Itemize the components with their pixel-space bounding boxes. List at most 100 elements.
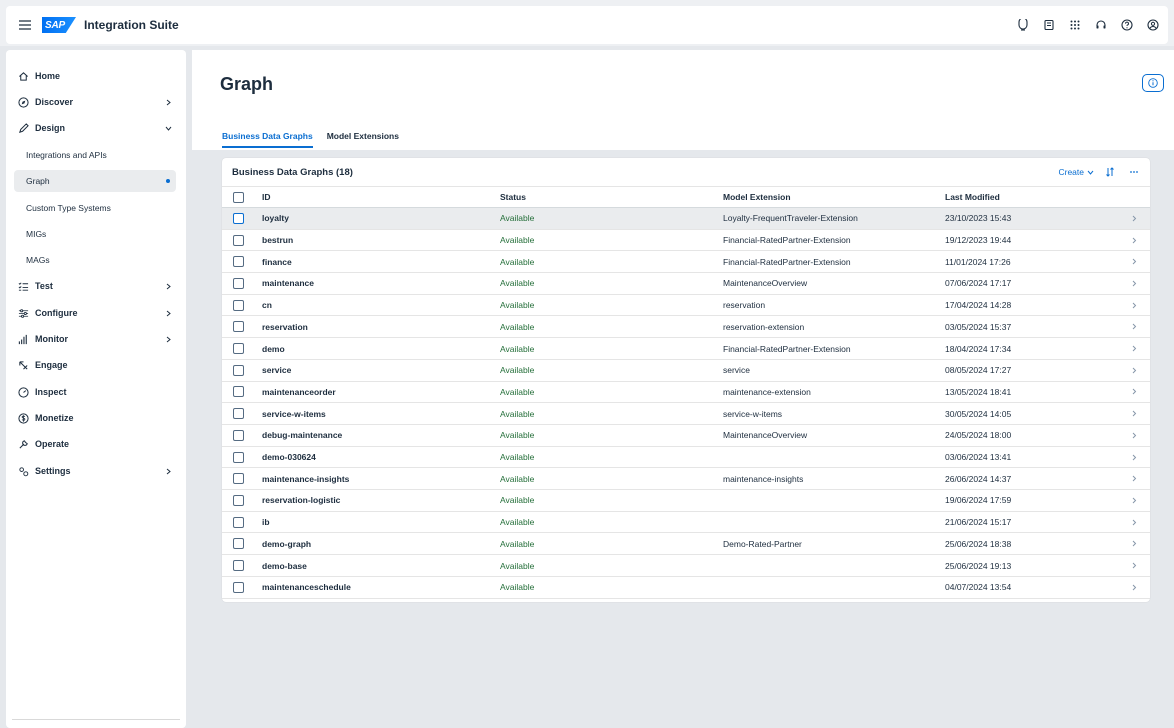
row-checkbox[interactable] — [233, 408, 244, 420]
sidebar-item-engage[interactable]: Engage — [6, 354, 186, 376]
table-row[interactable]: demo-base Available 25/06/2024 19:13 — [222, 555, 1150, 577]
row-checkbox[interactable] — [233, 321, 244, 333]
row-checkbox[interactable] — [233, 560, 244, 572]
tab-model-extensions[interactable]: Model Extensions — [327, 122, 399, 150]
row-checkbox[interactable] — [233, 516, 244, 528]
sliders-icon — [16, 306, 30, 320]
chevron-right-icon[interactable] — [1130, 517, 1138, 527]
table-row[interactable]: maintenance Available MaintenanceOverview 0… — [222, 273, 1150, 295]
cell-status: Available — [500, 343, 535, 354]
overflow-menu-icon[interactable] — [1126, 164, 1142, 180]
row-checkbox[interactable] — [233, 277, 244, 289]
table-row[interactable]: service-w-items Available service-w-items 3… — [222, 403, 1150, 425]
row-checkbox[interactable] — [233, 581, 244, 593]
row-checkbox[interactable] — [233, 343, 244, 355]
sidebar-item-configure[interactable]: Configure — [6, 302, 186, 324]
headset-icon[interactable] — [1090, 14, 1112, 36]
sidebar-item-test[interactable]: Test — [6, 275, 186, 297]
cell-model-extension: service-w-items — [723, 408, 783, 419]
chevron-right-icon[interactable] — [1130, 213, 1138, 223]
sidebar-item-monitor[interactable]: Monitor — [6, 328, 186, 350]
sort-icon[interactable] — [1102, 164, 1118, 180]
row-checkbox[interactable] — [233, 234, 244, 246]
sidebar-item-inspect[interactable]: Inspect — [6, 381, 186, 403]
row-checkbox[interactable] — [233, 494, 244, 506]
row-checkbox[interactable] — [233, 451, 244, 463]
row-checkbox[interactable] — [233, 364, 244, 376]
table-row[interactable]: demo-graph Available Demo-Rated-Partner 25/… — [222, 534, 1150, 556]
chevron-right-icon[interactable] — [1130, 495, 1138, 505]
sidebar-subitem-custom-type-systems[interactable]: Custom Type Systems — [14, 197, 176, 219]
sidebar-subitem-mags[interactable]: MAGs — [14, 249, 176, 271]
sidebar-item-discover[interactable]: Discover — [6, 91, 186, 113]
chevron-right-icon[interactable] — [1130, 278, 1138, 288]
sidebar-item-operate[interactable]: Operate — [6, 433, 186, 455]
chevron-right-icon[interactable] — [1130, 474, 1138, 484]
table-row[interactable]: reservation Available reservation-extensio… — [222, 317, 1150, 339]
table-row[interactable]: bestrun Available Financial-RatedPartner-E… — [222, 230, 1150, 252]
user-icon[interactable] — [1142, 14, 1164, 36]
sidebar-subitem-migs[interactable]: MIGs — [14, 223, 176, 245]
chevron-right-icon[interactable] — [1130, 365, 1138, 375]
notifications-icon[interactable] — [1038, 14, 1060, 36]
shell-actions — [1012, 14, 1164, 36]
row-checkbox[interactable] — [233, 538, 244, 550]
sap-logo[interactable]: SAP — [42, 17, 76, 33]
chevron-right-icon[interactable] — [1130, 409, 1138, 419]
row-checkbox[interactable] — [233, 256, 244, 268]
chevron-right-icon[interactable] — [1130, 430, 1138, 440]
sidebar-item-settings[interactable]: Settings — [6, 460, 186, 482]
table-row[interactable]: reservation-logistic Available 19/06/2024 … — [222, 490, 1150, 512]
table-row[interactable]: maintenance-insights Available maintenance… — [222, 468, 1150, 491]
select-all-checkbox[interactable] — [233, 191, 244, 203]
row-checkbox[interactable] — [233, 212, 244, 224]
chevron-right-icon[interactable] — [1130, 257, 1138, 267]
business-data-graphs-table: Business Data Graphs (18) Create ID Stat… — [222, 158, 1150, 602]
chevron-right-icon[interactable] — [1130, 452, 1138, 462]
column-header-last-modified[interactable]: Last Modified — [945, 192, 1000, 202]
row-checkbox[interactable] — [233, 299, 244, 311]
table-row[interactable]: service Available service 08/05/2024 17:27 — [222, 360, 1150, 382]
column-header-model-extension[interactable]: Model Extension — [723, 192, 791, 202]
chevron-right-icon[interactable] — [1130, 344, 1138, 354]
info-button[interactable] — [1142, 74, 1164, 92]
chevron-right-icon[interactable] — [1130, 387, 1138, 397]
sidebar-subitem-integrations-apis[interactable]: Integrations and APIs — [14, 144, 176, 166]
table-row[interactable]: demo-030624 Available 03/06/2024 13:41 — [222, 447, 1150, 469]
engage-icon — [16, 358, 30, 372]
chevron-right-icon[interactable] — [1130, 235, 1138, 245]
side-navigation: Home Discover Design Integrations and AP… — [6, 50, 186, 728]
sidebar-item-home[interactable]: Home — [6, 65, 186, 87]
table-row[interactable]: demo Available Financial-RatedPartner-Exte… — [222, 338, 1150, 360]
sidebar-subitem-graph[interactable]: Graph — [14, 170, 176, 192]
chevron-right-icon[interactable] — [1130, 300, 1138, 310]
cell-id: ib — [262, 517, 270, 528]
row-checkbox[interactable] — [233, 429, 244, 441]
table-row[interactable]: loyalty Available Loyalty-FrequentTraveler… — [222, 208, 1150, 230]
table-row[interactable]: maintenanceschedule Available 04/07/2024 1… — [222, 577, 1150, 599]
tab-business-data-graphs[interactable]: Business Data Graphs — [222, 122, 313, 150]
column-header-id[interactable]: ID — [262, 192, 271, 202]
table-row[interactable]: cn Available reservation 17/04/2024 14:28 — [222, 295, 1150, 317]
cell-last-modified: 19/06/2024 17:59 — [945, 495, 1012, 506]
chevron-right-icon[interactable] — [1130, 582, 1138, 592]
table-row[interactable]: finance Available Financial-RatedPartner-E… — [222, 251, 1150, 274]
table-row[interactable]: ib Available 21/06/2024 15:17 — [222, 512, 1150, 534]
row-checkbox[interactable] — [233, 386, 244, 398]
help-icon[interactable] — [1116, 14, 1138, 36]
cell-id: maintenanceschedule — [262, 582, 351, 593]
chevron-right-icon[interactable] — [1130, 561, 1138, 571]
hamburger-menu-icon[interactable] — [14, 20, 36, 30]
column-header-status[interactable]: Status — [500, 192, 526, 202]
sidebar-item-design[interactable]: Design — [6, 117, 186, 139]
cell-id: demo-030624 — [262, 452, 316, 463]
create-button[interactable]: Create — [1058, 164, 1094, 180]
table-row[interactable]: debug-maintenance Available MaintenanceOve… — [222, 425, 1150, 447]
joule-icon[interactable] — [1012, 14, 1034, 36]
product-switch-icon[interactable] — [1064, 14, 1086, 36]
row-checkbox[interactable] — [233, 473, 244, 485]
table-row[interactable]: maintenanceorder Available maintenance-ext… — [222, 382, 1150, 404]
chevron-right-icon[interactable] — [1130, 539, 1138, 549]
sidebar-item-monetize[interactable]: Monetize — [6, 407, 186, 429]
chevron-right-icon[interactable] — [1130, 322, 1138, 332]
